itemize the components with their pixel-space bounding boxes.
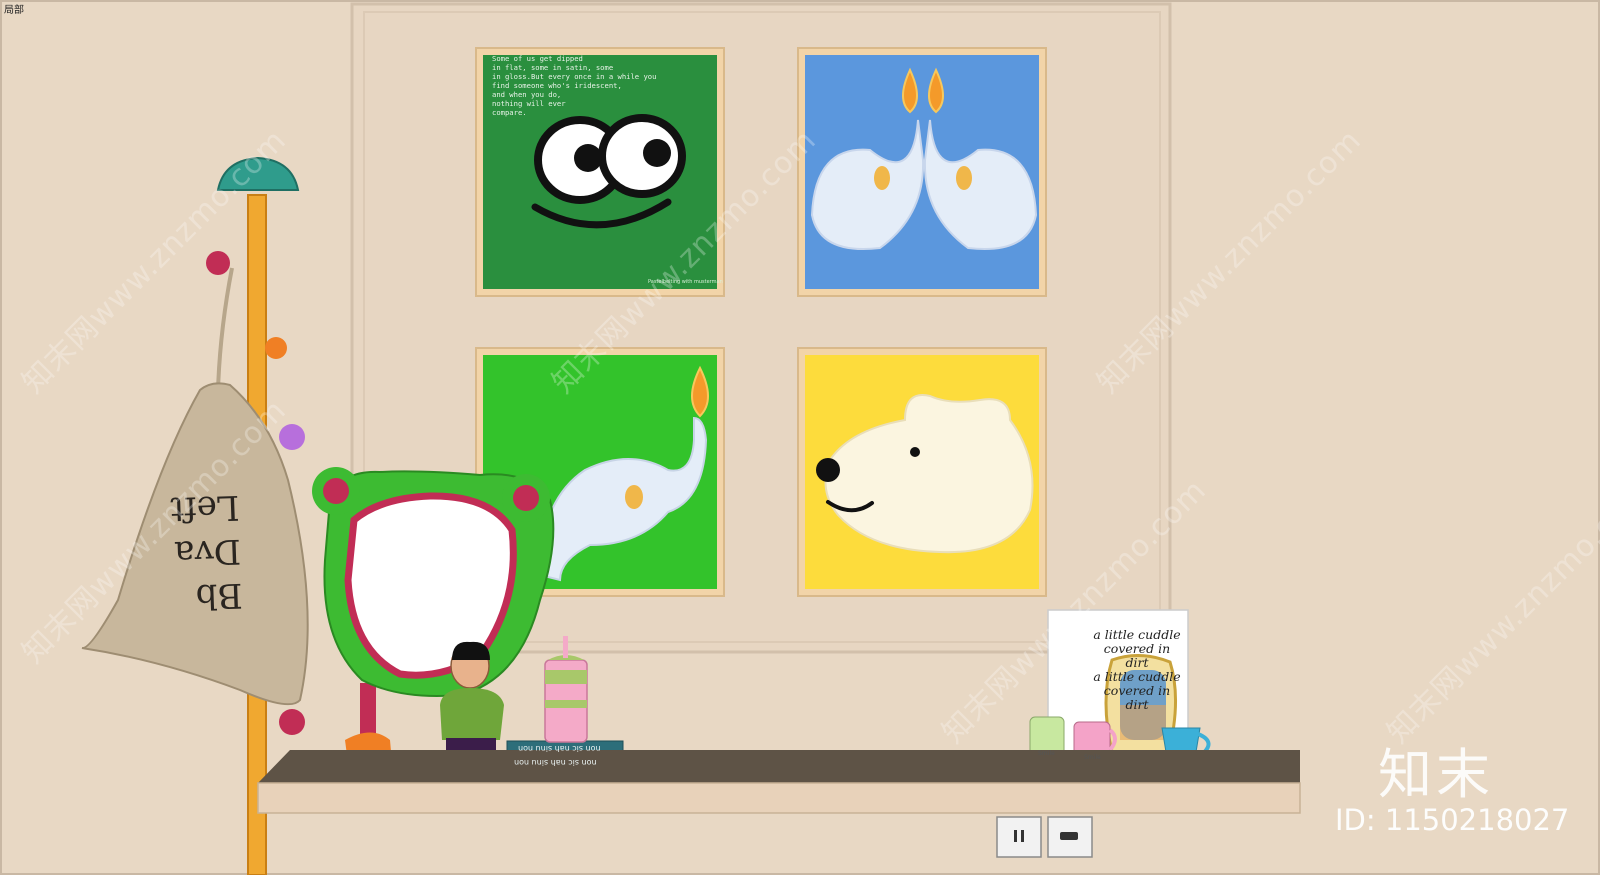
green-cup-label: Smile (1038, 750, 1055, 757)
book-spine-top: non sic nah sinu non (518, 744, 601, 753)
scene-label: 局部 (4, 5, 24, 16)
brand-id: ID: 1150218027 (1335, 803, 1570, 837)
frog-poster-text: Some of us get dipped in flat, some in s… (492, 54, 657, 117)
bear-nose (816, 458, 840, 482)
bear-poster (797, 347, 1047, 597)
quote-card-text: a little cuddle covered in dirt a little… (1093, 627, 1181, 712)
scene: 局部 Some of us get dipped in flat, some i… (0, 0, 1600, 875)
wall-shelf (257, 750, 1301, 814)
pink-cup-label: Smile (1084, 754, 1101, 761)
brand-logo: 知末 (1378, 743, 1494, 806)
lungs-poster (797, 47, 1047, 297)
book-spine-bottom: non sic nah sinu non (514, 758, 597, 767)
